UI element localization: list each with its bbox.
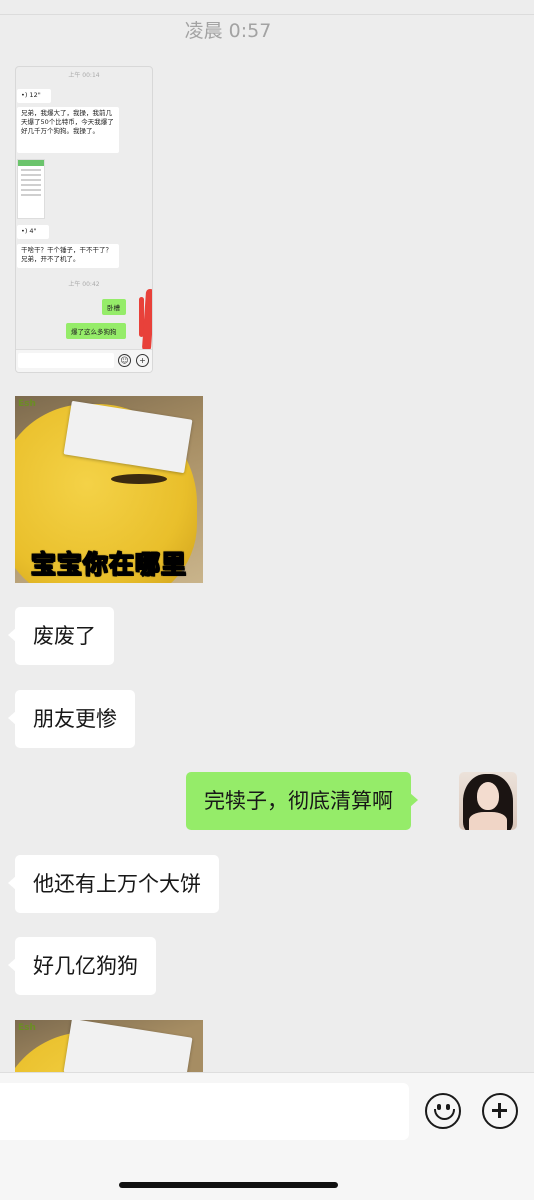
paper-on-head: [63, 1020, 193, 1072]
thumb-text-message-2: 干啥干？干个锤子，干不干了？兄弟，开不了机了。: [17, 244, 119, 268]
status-bar-area: [0, 0, 534, 15]
sticker-logo: Esh: [18, 399, 36, 409]
emoji-icon[interactable]: [425, 1093, 461, 1129]
thumb-self-message-2: 爆了这么多狗狗: [66, 323, 126, 339]
timestamp: 凌晨 0:57: [184, 20, 272, 42]
duck-mouth: [111, 474, 167, 484]
message-bubble[interactable]: 朋友更惨: [8, 690, 135, 748]
message-bubble[interactable]: 废废了: [8, 607, 114, 665]
message-bubble[interactable]: 好几亿狗狗: [8, 937, 156, 995]
message-input[interactable]: [0, 1083, 409, 1140]
thumb-voice-message-2: •) 4": [17, 225, 49, 239]
thumb-timestamp: 上午 00:14: [68, 72, 100, 79]
plus-icon: +: [136, 354, 149, 367]
message-bubble[interactable]: 他还有上万个大饼: [8, 855, 219, 913]
plus-icon[interactable]: [482, 1093, 518, 1129]
sticker-message[interactable]: Esh: [15, 1020, 203, 1072]
sticker-caption: 宝宝你在哪里: [30, 549, 187, 580]
thumb-image: [17, 159, 45, 219]
self-message-bubble[interactable]: 完犊子，彻底清算啊: [186, 772, 418, 830]
home-indicator[interactable]: [119, 1182, 338, 1188]
screenshot-image-message[interactable]: 上午 00:14 •) 12" 兄弟，我爆大了，我操，我前几天爆了50个比特币，…: [15, 66, 153, 373]
thumb-voice-message: •) 12": [17, 89, 51, 103]
sticker-logo: Esh: [18, 1023, 36, 1033]
thumb-timestamp-2: 上午 00:42: [68, 281, 100, 288]
sticker-message[interactable]: Esh 宝宝你在哪里: [15, 396, 203, 583]
thumb-text-message: 兄弟，我爆大了，我操，我前几天爆了50个比特币，今天我爆了好几千万个狗狗。我操了…: [17, 107, 119, 153]
thumb-self-message: 卧槽: [102, 299, 126, 315]
thumb-input-bar: ☺ +: [16, 349, 152, 372]
avatar[interactable]: [459, 772, 517, 830]
emoji-icon: ☺: [118, 354, 131, 367]
input-bar: [0, 1072, 534, 1200]
